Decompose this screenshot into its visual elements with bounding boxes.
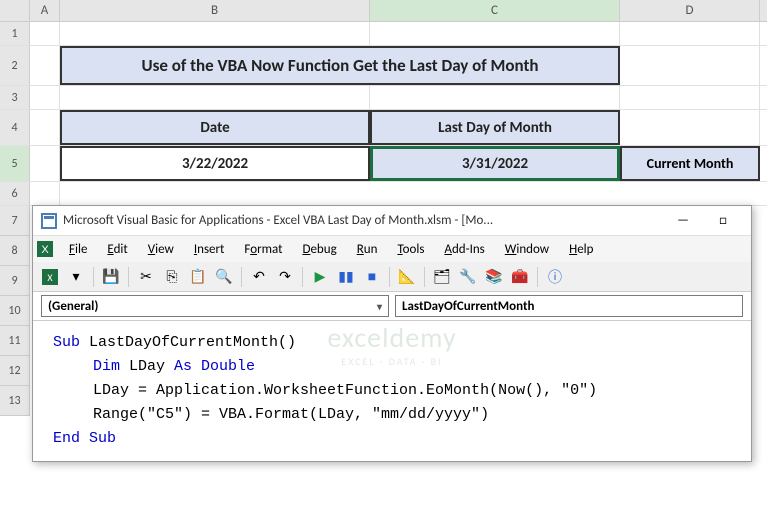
row-header-2[interactable]: 2 [0, 46, 30, 85]
header-date[interactable]: Date [60, 110, 370, 145]
column-headers: A B C D [0, 0, 767, 22]
project-explorer-icon[interactable]: 🗂 [431, 266, 453, 288]
cell-d3[interactable] [620, 86, 760, 109]
row-6: 6 [0, 182, 767, 206]
svg-text:X: X [47, 271, 53, 284]
menu-help[interactable]: Help [559, 239, 603, 260]
menu-format[interactable]: Format [234, 239, 292, 260]
object-dropdown[interactable]: (General) ▾ [41, 295, 389, 317]
header-last-day[interactable]: Last Day of Month [370, 110, 620, 145]
cell-b1[interactable] [60, 22, 370, 45]
row-header-7[interactable]: 7 [0, 206, 30, 236]
menu-run[interactable]: Run [347, 239, 388, 260]
row-5: 5 3/22/2022 3/31/2022 Current Month [0, 146, 767, 182]
row-header-3[interactable]: 3 [0, 86, 30, 109]
row-header-12[interactable]: 12 [0, 356, 30, 386]
title-cell[interactable]: Use of the VBA Now Function Get the Last… [60, 46, 620, 85]
svg-text:X: X [41, 244, 49, 256]
col-header-b[interactable]: B [60, 0, 370, 21]
row-4: 4 Date Last Day of Month [0, 110, 767, 146]
procedure-dropdown-value: LastDayOfCurrentMonth [402, 299, 534, 314]
toolbox-icon[interactable]: 🧰 [509, 266, 531, 288]
menu-tools[interactable]: Tools [387, 239, 434, 260]
code-line-1: Sub LastDayOfCurrentMonth() [53, 331, 731, 355]
menu-view[interactable]: View [138, 239, 184, 260]
procedure-dropdown[interactable]: LastDayOfCurrentMonth [395, 295, 743, 317]
reset-icon[interactable]: ■ [361, 266, 383, 288]
help-icon[interactable]: ⓘ [544, 266, 566, 288]
cut-icon[interactable]: ✂ [135, 266, 157, 288]
code-line-5: End Sub [53, 427, 731, 451]
row-header-5[interactable]: 5 [0, 146, 30, 181]
cell-a3[interactable] [30, 86, 60, 109]
row-header-13[interactable]: 13 [0, 386, 30, 416]
minimize-button[interactable]: — [663, 208, 703, 234]
cell-a2[interactable] [30, 46, 60, 85]
cell-d4[interactable] [620, 110, 760, 145]
cell-d2[interactable] [620, 46, 760, 85]
menubar: X File Edit View Insert Format Debug Run… [33, 236, 751, 262]
menu-debug[interactable]: Debug [292, 239, 346, 260]
row-header-1[interactable]: 1 [0, 22, 30, 45]
date-value-cell[interactable]: 3/22/2022 [60, 146, 370, 181]
vba-app-icon [41, 213, 57, 229]
row-3: 3 [0, 86, 767, 110]
row-header-6[interactable]: 6 [0, 182, 30, 205]
row-header-8[interactable]: 8 [0, 236, 30, 266]
view-excel-icon[interactable]: X [39, 266, 61, 288]
redo-icon[interactable]: ↷ [274, 266, 296, 288]
copy-icon[interactable]: ⎘ [161, 266, 183, 288]
corner-cell[interactable] [0, 0, 30, 21]
chevron-down-icon: ▾ [377, 300, 382, 313]
last-day-value-cell[interactable]: 3/31/2022 [370, 146, 620, 181]
row-header-10[interactable]: 10 [0, 296, 30, 326]
maximize-button[interactable]: □ [703, 208, 743, 234]
cell-c1[interactable] [370, 22, 620, 45]
current-month-cell[interactable]: Current Month [620, 146, 760, 181]
cell-a1[interactable] [30, 22, 60, 45]
vba-window: Microsoft Visual Basic for Applications … [32, 205, 752, 462]
run-icon[interactable]: ▶ [309, 266, 331, 288]
row-header-9[interactable]: 9 [0, 266, 30, 296]
row-2: 2 Use of the VBA Now Function Get the La… [0, 46, 767, 86]
object-dropdown-value: (General) [48, 299, 98, 314]
toolbar: X ▾ 💾 ✂ ⎘ 📋 🔍 ↶ ↷ ▶ ▮▮ ■ 📐 🗂 🔧 📚 🧰 ⓘ [33, 262, 751, 292]
undo-icon[interactable]: ↶ [248, 266, 270, 288]
cell-d1[interactable] [620, 22, 760, 45]
code-editor[interactable]: Sub LastDayOfCurrentMonth() Dim LDay As … [33, 320, 751, 461]
cell-b3[interactable] [60, 86, 370, 109]
cell-a4[interactable] [30, 110, 60, 145]
menu-window[interactable]: Window [495, 239, 559, 260]
col-header-c[interactable]: C [370, 0, 620, 21]
menu-edit[interactable]: Edit [97, 239, 137, 260]
paste-icon[interactable]: 📋 [187, 266, 209, 288]
excel-icon: X [37, 241, 53, 257]
find-icon[interactable]: 🔍 [213, 266, 235, 288]
menu-addins[interactable]: Add-Ins [434, 239, 494, 260]
insert-module-icon[interactable]: ▾ [65, 266, 87, 288]
cell-a6[interactable] [30, 182, 60, 205]
object-browser-icon[interactable]: 📚 [483, 266, 505, 288]
row-header-11[interactable]: 11 [0, 326, 30, 356]
cell-a5[interactable] [30, 146, 60, 181]
properties-icon[interactable]: 🔧 [457, 266, 479, 288]
side-row-headers: 7 8 9 10 11 12 13 [0, 206, 30, 416]
design-mode-icon[interactable]: 📐 [396, 266, 418, 288]
break-icon[interactable]: ▮▮ [335, 266, 357, 288]
menu-file[interactable]: File [59, 239, 97, 260]
menu-insert[interactable]: Insert [184, 239, 235, 260]
row-header-4[interactable]: 4 [0, 110, 30, 145]
code-line-4: Range("C5") = VBA.Format(LDay, "mm/dd/yy… [53, 403, 731, 427]
row-1: 1 [0, 22, 767, 46]
cell-c3[interactable] [370, 86, 620, 109]
save-icon[interactable]: 💾 [100, 266, 122, 288]
vba-title-text: Microsoft Visual Basic for Applications … [63, 213, 663, 228]
col-header-d[interactable]: D [620, 0, 760, 21]
code-line-3: LDay = Application.WorksheetFunction.EoM… [53, 379, 731, 403]
code-line-2: Dim LDay As Double [53, 355, 731, 379]
col-header-a[interactable]: A [30, 0, 60, 21]
code-dropdowns: (General) ▾ LastDayOfCurrentMonth [33, 292, 751, 320]
vba-titlebar[interactable]: Microsoft Visual Basic for Applications … [33, 206, 751, 236]
